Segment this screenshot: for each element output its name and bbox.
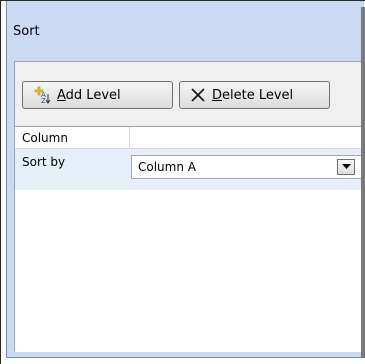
sort-level-row[interactable]: Sort by Column A [15, 149, 365, 190]
delete-x-icon [190, 87, 206, 103]
dialog-title: Sort [13, 24, 40, 39]
sort-dialog: Sort A Z Add Level Delete Level Column S… [0, 0, 365, 364]
delete-level-button[interactable]: Delete Level [179, 81, 330, 109]
grid-column-header: Column [15, 127, 365, 149]
sort-levels-grid: Column Sort by Column A [15, 126, 365, 352]
window-edge [361, 7, 365, 358]
add-level-label: Add Level [57, 87, 121, 103]
page: Sort A Z Add Level Delete Level Column S… [0, 0, 365, 364]
sort-by-label: Sort by [22, 155, 66, 169]
sort-column-value: Column A [138, 160, 196, 174]
dialog-frame: Sort A Z Add Level Delete Level Column S… [6, 1, 365, 358]
chevron-down-icon[interactable] [337, 159, 355, 175]
add-level-button[interactable]: A Z Add Level [22, 81, 173, 109]
svg-text:Z: Z [41, 97, 46, 104]
sort-column-dropdown[interactable]: Column A [131, 155, 365, 179]
add-level-icon: A Z [33, 86, 51, 104]
column-header-label: Column [22, 130, 68, 145]
delete-level-label: Delete Level [212, 87, 294, 103]
header-divider [129, 127, 130, 149]
dialog-client-area: A Z Add Level Delete Level Column Sort b… [14, 61, 365, 352]
